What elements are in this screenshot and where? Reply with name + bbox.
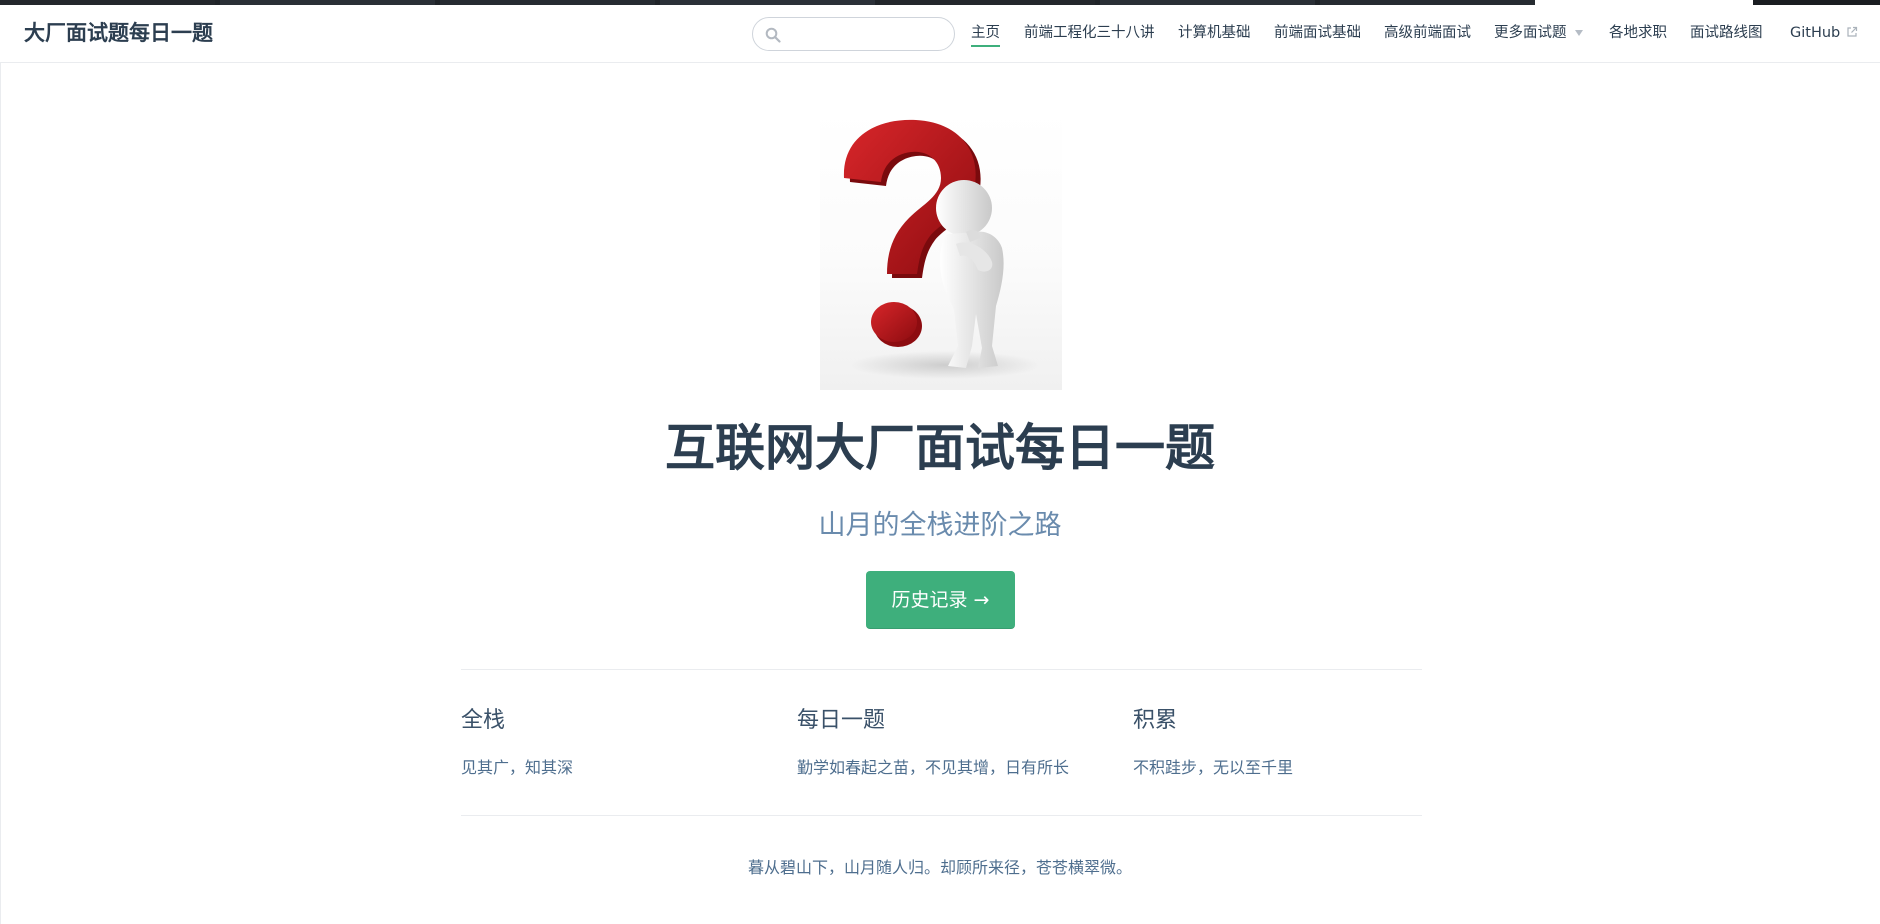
search-input[interactable] [787, 22, 947, 46]
nav-item-frontend-interview-basics[interactable]: 前端面试基础 [1274, 23, 1361, 43]
navbar: 大厂面试题每日一题 主页 前端工程化三十八讲 计算机基础 前端面试基础 高级前端… [0, 5, 1880, 63]
feature-details: 不积跬步，无以至千里 [1133, 758, 1294, 777]
feature-title: 全栈 [461, 708, 506, 733]
question-mark-figure-icon [843, 119, 1040, 379]
search-icon [765, 27, 781, 43]
feature-fullstack: 全栈 见其广，知其深 [461, 706, 781, 777]
external-link-icon [1847, 26, 1858, 37]
nav-item-more-questions[interactable]: 更多面试题 [1494, 23, 1583, 43]
hero-description: 山月的全栈进阶之路 [818, 510, 1062, 541]
nav-item-roadmap[interactable]: 面试路线图 [1690, 23, 1763, 43]
feature-accumulate: 积累 不积跬步，无以至千里 [1133, 706, 1453, 777]
nav-item-github-label: GitHub [1790, 25, 1841, 41]
nav-item-more-questions-label: 更多面试题 [1494, 25, 1567, 41]
nav-item-github[interactable]: GitHub [1790, 23, 1858, 43]
footer-text: 暮从碧山下，山月随人归。却顾所来径，苍苍横翠微。 [747, 858, 1132, 877]
features-top-divider [461, 669, 1422, 670]
feature-daily-question: 每日一题 勤学如春起之苗，不见其增，日有所长 [797, 706, 1117, 777]
chevron-down-icon [1574, 30, 1583, 36]
nav-item-frontend-engineering[interactable]: 前端工程化三十八讲 [1024, 23, 1155, 43]
page-left-border [0, 63, 1, 924]
feature-title: 每日一题 [797, 708, 886, 733]
history-button[interactable]: 历史记录 → [866, 571, 1015, 629]
nav-item-home[interactable]: 主页 [971, 23, 1000, 47]
nav-item-cs-basics[interactable]: 计算机基础 [1178, 23, 1251, 43]
feature-details: 勤学如春起之苗，不见其增，日有所长 [797, 758, 1070, 777]
search-box[interactable] [752, 17, 955, 51]
hero-title: 互联网大厂面试每日一题 [665, 419, 1215, 477]
nav-item-advanced-frontend-interview[interactable]: 高级前端面试 [1384, 23, 1471, 43]
feature-title: 积累 [1133, 708, 1178, 733]
hero-image [820, 110, 1062, 390]
footer-divider [461, 815, 1422, 816]
feature-details: 见其广，知其深 [461, 758, 574, 777]
nav-item-jobs[interactable]: 各地求职 [1609, 23, 1667, 43]
site-name[interactable]: 大厂面试题每日一题 [24, 20, 213, 46]
